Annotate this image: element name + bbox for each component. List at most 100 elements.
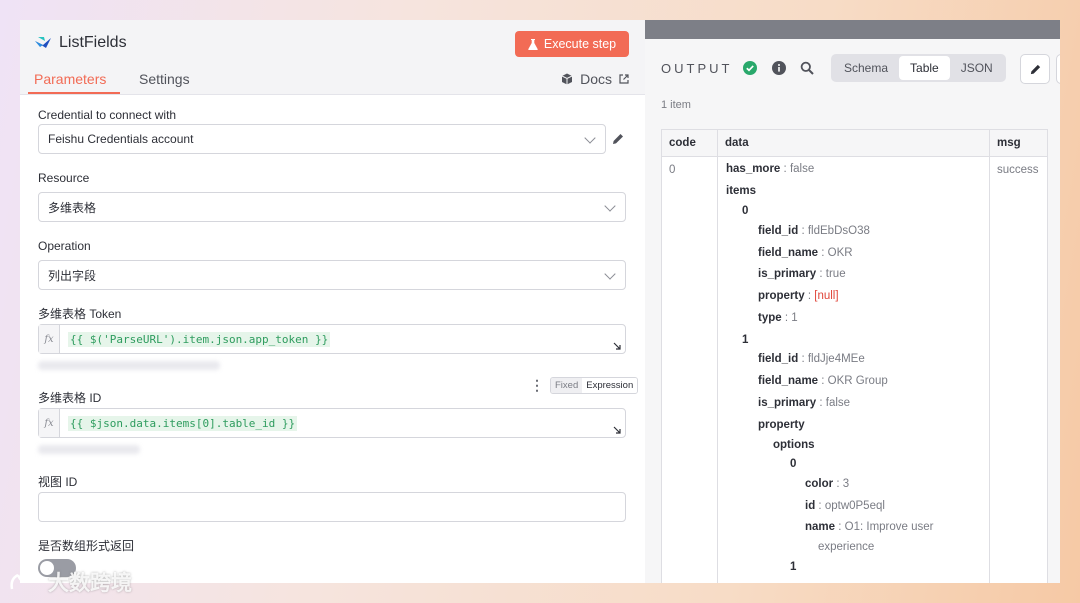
tree-separator: : xyxy=(818,375,828,387)
watermark: 大数跨境 xyxy=(8,567,132,597)
feishu-logo-icon xyxy=(35,37,51,48)
tree-value: true xyxy=(825,268,846,280)
blurred-preview xyxy=(38,445,140,454)
fixed-expression-toggle[interactable]: ⋮ Fixed Expression xyxy=(530,377,639,394)
fixed-option[interactable]: Fixed xyxy=(551,378,583,393)
data-cell: has_more : false items 0 field_id : fldEbDs… xyxy=(717,156,990,583)
credential-label: Credential to connect with xyxy=(38,108,177,122)
tree-separator: : xyxy=(781,312,792,324)
tree-separator: : xyxy=(815,500,825,512)
credential-select[interactable]: Feishu Credentials account xyxy=(38,124,606,154)
table-id-expression-input[interactable]: fx {{ $json.data.items[0].table_id }} xyxy=(38,408,626,438)
tree-value: fldJje4MEe xyxy=(807,353,865,365)
watermark-text: 大数跨境 xyxy=(48,572,132,595)
expression-option[interactable]: Expression xyxy=(582,378,638,393)
tree-row: field_id : fldEbDsO38 xyxy=(758,225,870,237)
json-tree: has_more : false items 0 field_id : fldEbDs… xyxy=(718,157,989,583)
as-array-label: 是否数组形式返回 xyxy=(38,539,135,553)
tree-separator: : xyxy=(816,268,826,280)
tree-key: color xyxy=(805,478,834,490)
view-id-input[interactable] xyxy=(38,492,626,522)
tree-key: property xyxy=(758,290,805,302)
tree-separator: : xyxy=(804,290,815,302)
tree-key: field_id xyxy=(758,353,799,365)
column-header-data: data xyxy=(717,129,990,157)
resource-label: Resource xyxy=(38,171,90,185)
tree-value: fldEbDsO38 xyxy=(807,225,870,237)
tree-value: 1 xyxy=(791,312,798,324)
watermark-logo-icon xyxy=(10,573,38,590)
tree-row: property : [null] xyxy=(758,290,839,302)
output-view-switcher: Schema Table JSON xyxy=(831,54,1006,82)
tree-separator: : xyxy=(818,247,828,259)
tree-row: is_primary : false xyxy=(758,397,850,409)
token-expression-code: {{ $('ParseURL').item.json.app_token }} xyxy=(68,331,331,347)
code-cell: 0 xyxy=(661,156,718,583)
tree-key: 1 xyxy=(742,334,749,346)
output-table: code data msg 0 has_more : false items 0 fi… xyxy=(661,129,1048,583)
tree-row: items xyxy=(726,185,756,197)
tree-value: false xyxy=(825,397,851,409)
tree-row: name : O1: Improve user xyxy=(805,521,933,533)
tree-row: has_more : false xyxy=(726,163,814,175)
pencil-icon[interactable] xyxy=(611,132,625,146)
column-header-code: code xyxy=(661,129,718,157)
tree-value: optw0P5eql xyxy=(824,500,885,512)
tab-parameters[interactable]: Parameters xyxy=(27,71,121,94)
tab-settings[interactable]: Settings xyxy=(139,71,190,87)
resource-select[interactable]: 多维表格 xyxy=(38,192,626,222)
cube-icon xyxy=(561,73,573,85)
token-label: 多维表格 Token xyxy=(38,307,122,321)
table-id-label: 多维表格 ID xyxy=(38,391,102,405)
more-options-icon[interactable]: ⋮ xyxy=(530,377,544,394)
fx-icon: fx xyxy=(39,409,60,437)
tree-value: experience xyxy=(818,541,875,553)
edit-output-button[interactable] xyxy=(1020,54,1050,84)
tree-row: options xyxy=(773,439,815,451)
view-id-label: 视图 ID xyxy=(38,475,78,489)
output-panel: OUTPUT Schema Table JSON 1 item code dat… xyxy=(645,20,1060,583)
flask-icon xyxy=(528,38,538,50)
search-icon[interactable] xyxy=(800,61,814,75)
expand-icon[interactable] xyxy=(612,341,622,351)
execute-step-button[interactable]: Execute step xyxy=(515,31,629,57)
tree-value: 3 xyxy=(842,478,850,490)
more-actions-button[interactable] xyxy=(1056,54,1060,84)
tree-key: type xyxy=(758,312,782,324)
msg-cell: success xyxy=(989,156,1048,583)
tree-separator: : xyxy=(835,521,845,533)
column-header-msg: msg xyxy=(989,129,1048,157)
view-json-button[interactable]: JSON xyxy=(950,56,1004,80)
docs-label: Docs xyxy=(580,71,612,87)
tree-row: id : optw0P5eql xyxy=(805,500,885,512)
tree-row: 1 xyxy=(790,561,796,573)
tree-row: field_id : fldJje4MEe xyxy=(758,353,865,365)
tree-value: OKR Group xyxy=(827,375,888,387)
view-table-button[interactable]: Table xyxy=(899,56,950,80)
tree-value: OKR xyxy=(827,247,853,259)
token-expression-input[interactable]: fx {{ $('ParseURL').item.json.app_token … xyxy=(38,324,626,354)
table-id-expression-code: {{ $json.data.items[0].table_id }} xyxy=(68,415,298,431)
tree-key: property xyxy=(758,419,805,431)
tree-row: 0 xyxy=(790,458,796,470)
expand-icon[interactable] xyxy=(612,425,622,435)
tree-row: experience xyxy=(818,541,874,553)
docs-link[interactable]: Docs xyxy=(561,71,629,87)
info-icon[interactable] xyxy=(772,61,786,75)
tree-value: [null] xyxy=(814,290,839,302)
tree-separator: : xyxy=(833,478,843,490)
tree-separator: : xyxy=(798,353,808,365)
success-check-icon xyxy=(743,61,757,75)
tree-row: 1 xyxy=(742,334,748,346)
tree-key: id xyxy=(805,500,816,512)
operation-select[interactable]: 列出字段 xyxy=(38,260,626,290)
table-row: 0 has_more : false items 0 field_id : fldEb… xyxy=(661,156,1048,583)
fx-icon: fx xyxy=(39,325,60,353)
node-parameters-panel: ListFields Execute step Parameters Setti… xyxy=(20,20,645,583)
view-schema-button[interactable]: Schema xyxy=(833,56,899,80)
output-title: OUTPUT xyxy=(661,61,733,76)
tree-key: 1 xyxy=(790,561,797,573)
external-link-icon xyxy=(619,74,629,84)
tree-key: is_primary xyxy=(758,268,817,280)
tree-key: has_more xyxy=(726,163,781,175)
